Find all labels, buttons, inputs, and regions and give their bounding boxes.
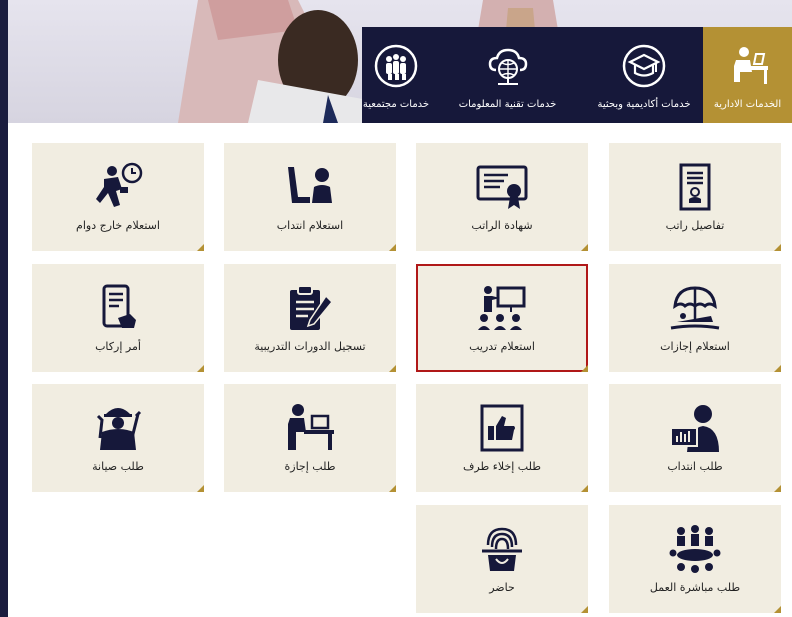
service-tile-maintenance-request[interactable]: طلب صيانة [32,384,204,492]
corner-marker [197,365,204,372]
corner-marker [197,485,204,492]
mobile-ticket-icon [102,284,136,328]
graduation-cap-icon [622,44,666,88]
monitor-chart-user-icon [670,405,719,452]
corner-marker [581,485,588,492]
service-tile-training-query[interactable]: استعلام تدريب [416,264,588,372]
maintenance-worker-icon [96,408,142,450]
service-label: استعلام انتداب [276,219,344,232]
service-tile-travel-order[interactable]: أمر إركاب [32,264,204,372]
tab-label: الخدمات الادارية [713,99,782,110]
service-tile-salary-details[interactable]: تفاصيل راتب [609,143,781,251]
corner-marker [774,485,781,492]
service-tile-leave-query[interactable]: استعلام إجازات [609,264,781,372]
service-label: طلب صيانة [92,460,144,473]
service-label: شهادة الراتب [471,219,533,232]
service-tile-training-registration[interactable]: تسجيل الدورات التدريبية [224,264,396,372]
desk-worker-icon [288,404,334,450]
tab-academic-services[interactable]: خدمات أكاديمية وبحثية [584,27,704,123]
corner-marker [389,244,396,251]
service-tile-work-start-request[interactable]: طلب مباشرة العمل [609,505,781,613]
service-label: استعلام خارج دوام [76,219,160,232]
service-tile-attendance[interactable]: حاضر [416,505,588,613]
tab-label: خدمات تقنية المعلومات [458,99,557,110]
tab-label: خدمات مجتمعية [362,99,430,110]
banner-photo-person [178,0,368,123]
service-category-tabs: خدمات مجتمعية خدمات تقنية المعلومات خدما… [362,27,792,123]
banner-photo-person-2 [478,0,558,30]
corner-marker [581,244,588,251]
corner-marker [581,606,588,613]
service-label: أمر إركاب [95,340,141,353]
service-label: استعلام تدريب [469,340,535,353]
clipboard-pen-icon [290,285,334,330]
corner-marker [389,365,396,372]
service-tile-leave-request[interactable]: طلب إجازة [224,384,396,492]
service-tile-assignment-query[interactable]: استعلام انتداب [224,143,396,251]
office-worker-icon [733,47,768,84]
tab-community-services[interactable]: خدمات مجتمعية [362,27,430,123]
assignment-query-icon [288,167,332,203]
salary-document-icon [679,163,711,211]
corner-marker [389,485,396,492]
fingerprint-icon [482,527,522,571]
thumbs-up-frame-icon [480,404,524,452]
service-tile-overtime-query[interactable]: استعلام خارج دوام [32,143,204,251]
corner-marker [774,365,781,372]
cloud-network-icon [488,48,527,85]
service-tile-clearance-request[interactable]: طلب إخلاء طرف [416,384,588,492]
certificate-icon [476,165,528,209]
tab-administrative-services[interactable]: الخدمات الادارية [703,27,792,123]
service-label: طلب مباشرة العمل [649,581,741,594]
tab-label: خدمات أكاديمية وبحثية [597,99,691,110]
left-edge-bar [0,0,8,617]
corner-marker [774,606,781,613]
meeting-table-icon [669,525,721,573]
service-tile-assignment-request[interactable]: طلب انتداب [609,384,781,492]
overtime-runner-icon [96,162,143,207]
service-tile-salary-certificate[interactable]: شهادة الراتب [416,143,588,251]
service-label: حاضر [489,581,515,594]
community-group-icon [374,44,418,88]
service-label: تفاصيل راتب [665,219,725,232]
service-label: طلب إجازة [284,460,336,473]
service-label: استعلام إجازات [660,340,730,353]
corner-marker [774,244,781,251]
tab-it-services[interactable]: خدمات تقنية المعلومات [450,27,565,123]
beach-umbrella-icon [670,286,720,330]
corner-marker [581,365,588,372]
service-label: طلب انتداب [667,460,723,473]
training-presentation-icon [478,286,526,330]
service-label: تسجيل الدورات التدريبية [254,340,366,353]
service-label: طلب إخلاء طرف [462,460,541,473]
corner-marker [197,244,204,251]
